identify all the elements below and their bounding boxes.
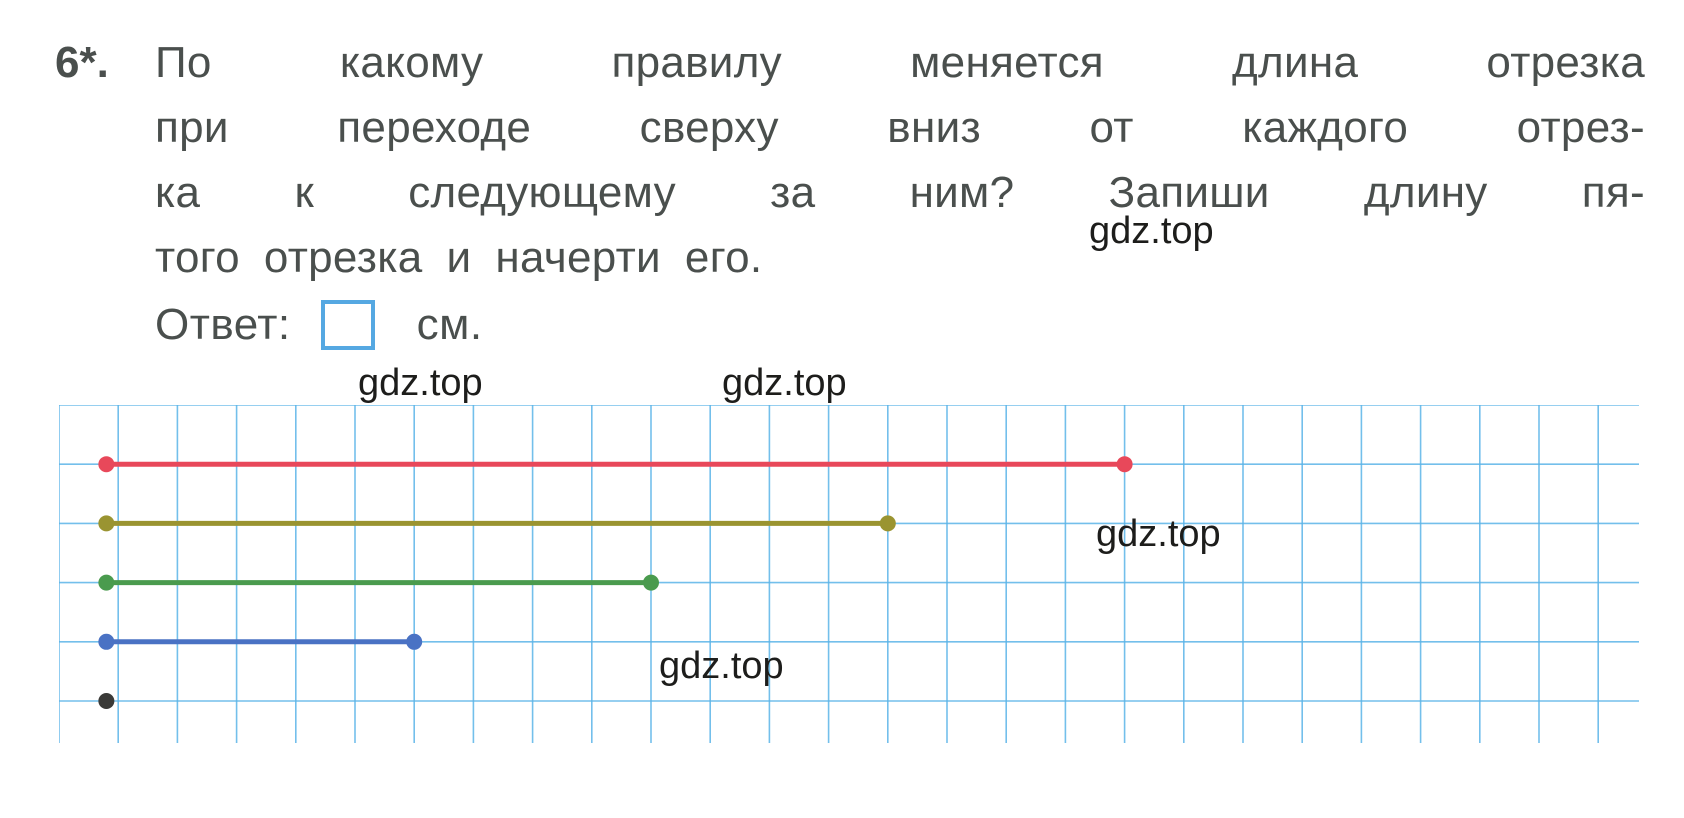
task-text-line-3: ка к следующему за ним? Запиши длину пя-	[155, 168, 1645, 218]
word: переходе	[337, 103, 532, 152]
segment-endpoint-dot	[1116, 456, 1133, 473]
grid-lines	[59, 405, 1639, 743]
word: к	[294, 168, 315, 217]
word: ка	[155, 168, 201, 217]
answer-input-box[interactable]	[320, 300, 375, 350]
segment-endpoint-dot	[879, 515, 896, 532]
word: следующему	[408, 168, 676, 217]
word: длина	[1232, 38, 1359, 87]
problem-statement: 6*. По какому правилу меняется длина отр…	[0, 0, 1684, 390]
task-text-line-2: при переходе сверху вниз от каждого отре…	[155, 103, 1645, 153]
word: за	[770, 168, 816, 217]
answer-label: Ответ:	[155, 300, 291, 349]
segment-endpoint-dot	[98, 633, 115, 650]
word: отрезка	[263, 233, 423, 282]
segment-endpoint-dot	[643, 574, 659, 591]
segments-figure	[59, 405, 1639, 743]
word: правилу	[611, 38, 782, 87]
segment-endpoint-dot	[98, 515, 115, 532]
segment-endpoint-dot	[406, 633, 423, 650]
word: отрезка	[1486, 38, 1645, 87]
word: меняется	[910, 38, 1104, 87]
word: и	[446, 233, 472, 282]
word: при	[155, 103, 229, 152]
segment-endpoint-dot	[98, 456, 115, 473]
word: вниз	[887, 103, 981, 152]
word: ним?	[909, 168, 1015, 217]
word: отрез-	[1516, 103, 1645, 152]
word: от	[1089, 103, 1134, 152]
word: каждого	[1242, 103, 1409, 152]
task-text-line-1: По какому правилу меняется длина отрезка	[155, 38, 1645, 88]
answer-unit-label: см.	[416, 300, 483, 349]
grid-canvas	[59, 405, 1639, 743]
task-text-line-4: того отрезка и начерти его.	[155, 233, 1645, 283]
segment-endpoint-dot	[98, 574, 115, 591]
answer-row: Ответ: см.	[155, 300, 483, 350]
word: того	[155, 233, 240, 282]
word: По	[155, 38, 212, 87]
word: длину	[1363, 168, 1488, 217]
word: его.	[684, 233, 763, 282]
word: какому	[339, 38, 484, 87]
word: начерти	[495, 233, 661, 282]
word: пя-	[1581, 168, 1645, 217]
word: сверху	[639, 103, 779, 152]
word: Запиши	[1108, 168, 1270, 217]
task-number: 6*.	[55, 38, 109, 87]
segment-endpoint-dot	[98, 693, 115, 709]
